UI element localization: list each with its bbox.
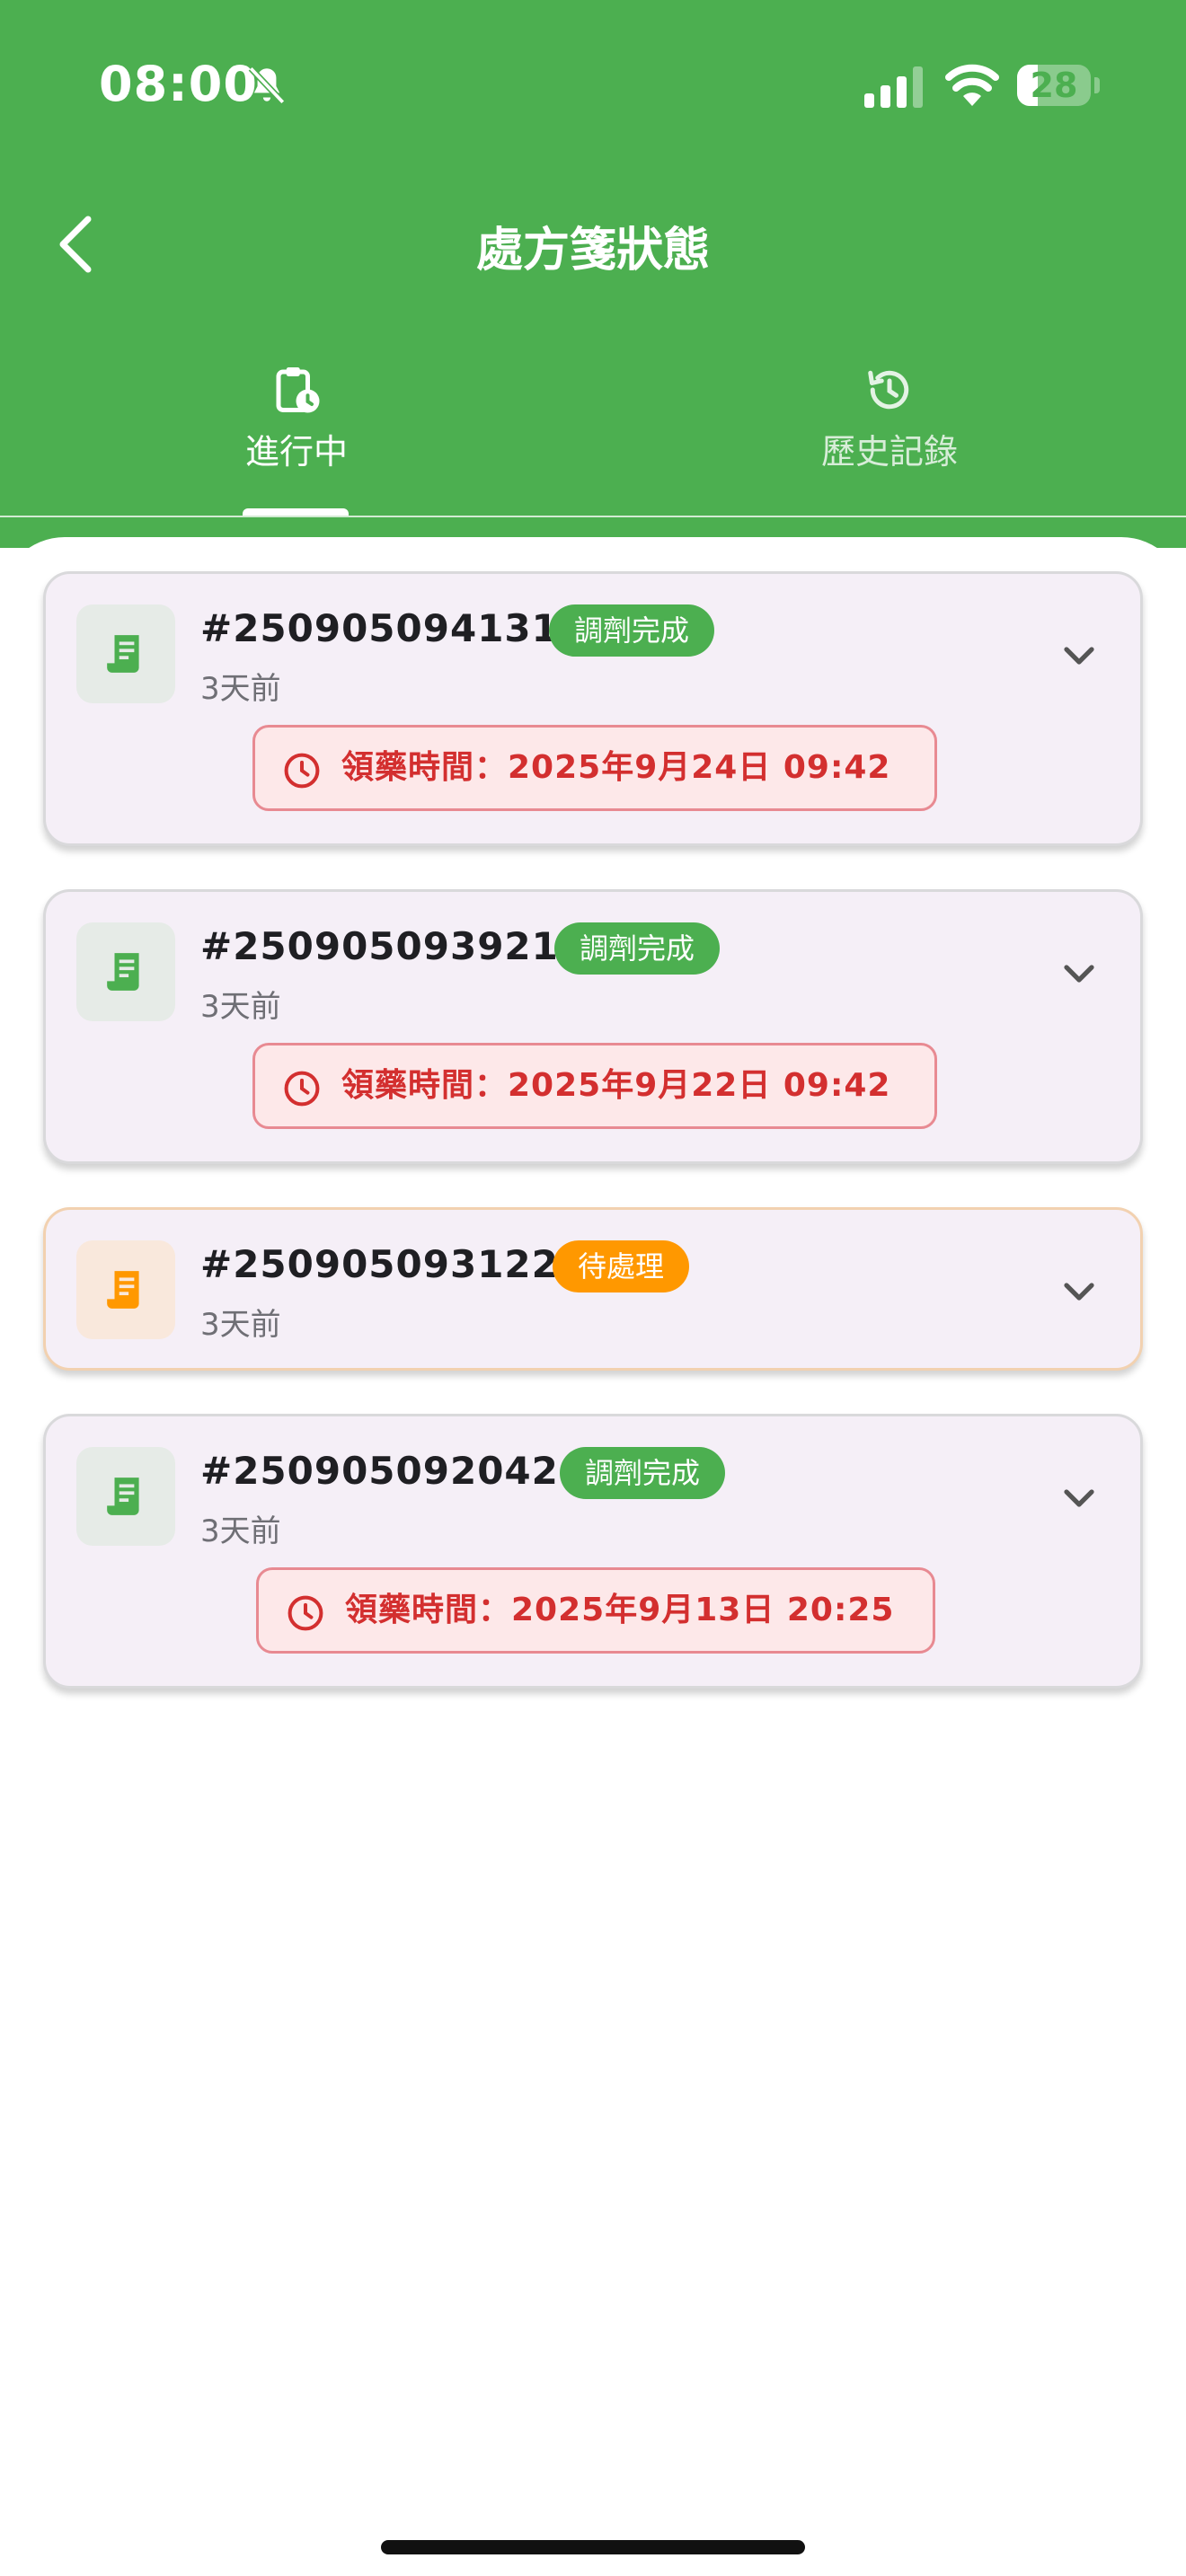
status-badge: 調劑完成	[554, 922, 721, 975]
prescription-id: #250905092042	[200, 1449, 559, 1493]
time-ago: 3天前	[200, 989, 281, 1025]
prescription-id: #250905094131	[200, 606, 559, 650]
chevron-down-icon[interactable]	[1058, 1476, 1101, 1519]
clock-icon	[288, 1595, 323, 1631]
page-title: 處方箋狀態	[475, 224, 710, 278]
receipt-icon-box	[76, 604, 175, 703]
battery-percentage: 28	[1030, 66, 1078, 105]
status-badge: 調劑完成	[560, 1447, 726, 1499]
battery-tip	[1094, 77, 1100, 93]
prescription-card[interactable]: #250905092042 調劑完成 3天前 領藥時間：2025年9月13日 2…	[43, 1414, 1143, 1689]
receipt-icon	[107, 1271, 139, 1309]
receipt-icon	[107, 635, 139, 673]
pickup-time-box: 領藥時間：2025年9月22日 09:42	[252, 1043, 937, 1129]
chevron-down-icon[interactable]	[1058, 1269, 1101, 1312]
clock-icon	[284, 1071, 320, 1107]
status-badge: 待處理	[553, 1240, 690, 1292]
receipt-icon	[107, 1478, 139, 1515]
receipt-icon-box	[76, 1447, 175, 1546]
prescription-id: #250905093122	[200, 1242, 559, 1286]
pickup-time-box: 領藥時間：2025年9月24日 09:42	[252, 725, 937, 811]
receipt-icon-box	[76, 922, 175, 1021]
tab-divider	[0, 516, 1186, 517]
tab-in-progress[interactable]: 進行中	[0, 350, 593, 512]
bell-off-icon	[248, 66, 286, 105]
tab-history[interactable]: 歷史記錄	[593, 350, 1186, 512]
pickup-time-text: 領藥時間：2025年9月22日 09:42	[341, 1067, 891, 1104]
status-time: 08:00	[99, 56, 258, 112]
tab-history-label: 歷史記錄	[820, 432, 958, 472]
prescription-list-panel: #250905094131 調劑完成 3天前 領藥時間：2025年9月24日 0…	[0, 537, 1186, 2576]
clock-icon	[284, 753, 320, 789]
wifi-icon	[945, 64, 999, 106]
chevron-down-icon[interactable]	[1058, 633, 1101, 676]
history-icon	[868, 370, 909, 410]
cellular-signal-icon	[864, 66, 923, 108]
time-ago: 3天前	[200, 1307, 281, 1343]
receipt-icon	[107, 953, 139, 991]
home-indicator[interactable]	[381, 2540, 805, 2554]
prescription-card[interactable]: #250905093921 調劑完成 3天前 領藥時間：2025年9月22日 0…	[43, 889, 1143, 1164]
prescription-id: #250905093921	[200, 924, 559, 968]
prescription-card[interactable]: #250905094131 調劑完成 3天前 領藥時間：2025年9月24日 0…	[43, 571, 1143, 846]
prescription-card[interactable]: #250905093122 待處理 3天前	[43, 1207, 1143, 1371]
clipboard-clock-icon	[276, 367, 320, 413]
tab-in-progress-label: 進行中	[244, 432, 348, 472]
status-bar: 08:00 28	[0, 0, 1186, 171]
battery-icon: 28	[1017, 65, 1091, 106]
pickup-time-text: 領藥時間：2025年9月13日 20:25	[345, 1592, 895, 1628]
time-ago: 3天前	[200, 671, 281, 707]
chevron-down-icon[interactable]	[1058, 951, 1101, 994]
pickup-time-text: 領藥時間：2025年9月24日 09:42	[341, 749, 891, 786]
time-ago: 3天前	[200, 1513, 281, 1549]
active-tab-indicator	[243, 508, 349, 516]
pickup-time-box: 領藥時間：2025年9月13日 20:25	[256, 1567, 935, 1654]
receipt-icon-box	[76, 1240, 175, 1339]
status-badge: 調劑完成	[549, 604, 715, 657]
app-header: 08:00 28 處方箋狀態 進行中 歷史記錄	[0, 0, 1186, 548]
